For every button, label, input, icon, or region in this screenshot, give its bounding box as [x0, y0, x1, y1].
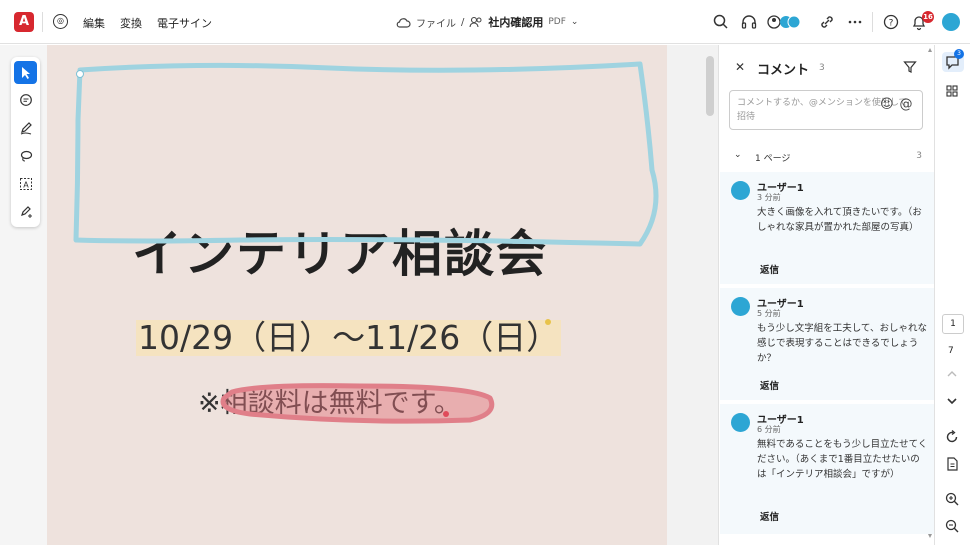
- zoom-in-icon[interactable]: [944, 491, 960, 507]
- reply-button[interactable]: 返信: [760, 378, 779, 392]
- pen-icon: [20, 121, 32, 134]
- notification-badge: 16: [922, 11, 934, 23]
- collaborators-icon[interactable]: [766, 13, 806, 31]
- page-note: ※相談料は無料です。: [198, 388, 461, 419]
- comment-text: 無料であることをもう少し目立たせてください。（あくまで1番目立たせたいのは「イン…: [757, 439, 928, 480]
- rotate-icon[interactable]: [944, 429, 960, 445]
- close-icon[interactable]: ✕: [735, 60, 745, 74]
- comment-tool[interactable]: [14, 88, 37, 111]
- chevron-down-icon[interactable]: [944, 393, 960, 409]
- tool-palette: A: [11, 57, 40, 227]
- more-icon[interactable]: [846, 13, 864, 31]
- reply-button[interactable]: 返信: [760, 509, 779, 523]
- current-page-input[interactable]: 1: [942, 314, 964, 334]
- text-box-icon: A: [19, 177, 32, 190]
- sign-tool[interactable]: [14, 200, 37, 223]
- comment-count: 3: [819, 63, 825, 73]
- comment-text: もう少し文字組を工夫して、おしゃれな感じで表現することはできるでしょうか？: [757, 323, 927, 364]
- svg-text:A: A: [23, 180, 29, 189]
- reply-button[interactable]: 返信: [760, 262, 779, 276]
- avatar: [731, 181, 750, 200]
- scrollbar-thumb[interactable]: [706, 56, 714, 116]
- top-bar: A ◎ 編集 変換 電子サイン ファイル / 社内確認用 PDF ⌄ ? 16: [0, 0, 970, 44]
- cloud-icon: [396, 17, 411, 28]
- divider: [42, 12, 43, 32]
- menu-esign[interactable]: 電子サイン: [157, 15, 212, 31]
- divider: [872, 12, 873, 32]
- search-icon[interactable]: [712, 13, 730, 31]
- zoom-out-icon[interactable]: [944, 518, 960, 534]
- comment-time: 5 分前: [757, 309, 781, 318]
- page-dates: 10/29（日）～11/26（日）: [136, 318, 562, 357]
- comment-card[interactable]: ユーザー1 6 分前 無料であることをもう少し目立たせてください。（あくまで1番…: [720, 404, 934, 534]
- svg-text:?: ?: [889, 19, 894, 29]
- comment-bubble-icon: [19, 93, 32, 106]
- page-heading: インテリア相談会: [132, 225, 548, 283]
- comment-text: 大きく画像を入れて頂きたいです。（おしゃれな家具が置かれた部屋の写真）: [757, 207, 922, 233]
- breadcrumb-separator: /: [461, 16, 465, 28]
- grid-icon[interactable]: [944, 83, 960, 99]
- comment-time: 6 分前: [757, 425, 781, 434]
- draw-tool[interactable]: [14, 116, 37, 139]
- document-name[interactable]: 社内確認用: [488, 14, 543, 30]
- emoji-mention-icons[interactable]: ☺@: [880, 97, 919, 112]
- help-icon[interactable]: ?: [882, 13, 900, 31]
- page-group-count: 3: [916, 151, 922, 161]
- page-tools-icon[interactable]: [944, 456, 960, 472]
- chevron-down-icon[interactable]: ⌄: [571, 17, 579, 27]
- total-pages: 7: [948, 346, 954, 356]
- chevron-down-icon[interactable]: ⌄: [734, 150, 742, 160]
- chevron-up-icon[interactable]: [944, 366, 960, 382]
- pdf-page[interactable]: [47, 45, 667, 545]
- breadcrumb: ファイル / 社内確認用 PDF ⌄: [396, 14, 578, 30]
- page-group-label: 1 ページ: [755, 154, 791, 164]
- menu-edit[interactable]: 編集: [83, 15, 105, 31]
- avatar: [731, 297, 750, 316]
- filter-icon[interactable]: [903, 60, 917, 74]
- cursor-arrow-icon: [21, 66, 30, 79]
- lasso-tool[interactable]: [14, 144, 37, 167]
- avatar: [731, 413, 750, 432]
- lasso-icon: [20, 150, 32, 162]
- document-ext: PDF: [548, 17, 566, 27]
- select-tool[interactable]: [14, 61, 37, 84]
- ai-assistant-icon[interactable]: ◎: [53, 14, 68, 29]
- headset-icon[interactable]: [740, 13, 758, 31]
- panel-scrollbar[interactable]: [928, 48, 932, 538]
- panel-title: コメント: [757, 63, 810, 78]
- comment-card[interactable]: ユーザー1 3 分前 大きく画像を入れて頂きたいです。（おしゃれな家具が置かれた…: [720, 172, 934, 284]
- menu-convert[interactable]: 変換: [120, 15, 142, 31]
- signature-pen-icon: [20, 205, 32, 218]
- acrobat-logo[interactable]: A: [14, 12, 34, 32]
- text-select-tool[interactable]: A: [14, 172, 37, 195]
- avatar[interactable]: [942, 13, 960, 31]
- shared-users-icon: [469, 16, 482, 28]
- comments-badge: 3: [954, 49, 964, 59]
- comment-time: 3 分前: [757, 193, 781, 202]
- comment-card[interactable]: ユーザー1 5 分前 もう少し文字組を工夫して、おしゃれな感じで表現することはで…: [720, 288, 934, 400]
- link-icon[interactable]: [818, 13, 836, 31]
- breadcrumb-root[interactable]: ファイル: [416, 15, 456, 30]
